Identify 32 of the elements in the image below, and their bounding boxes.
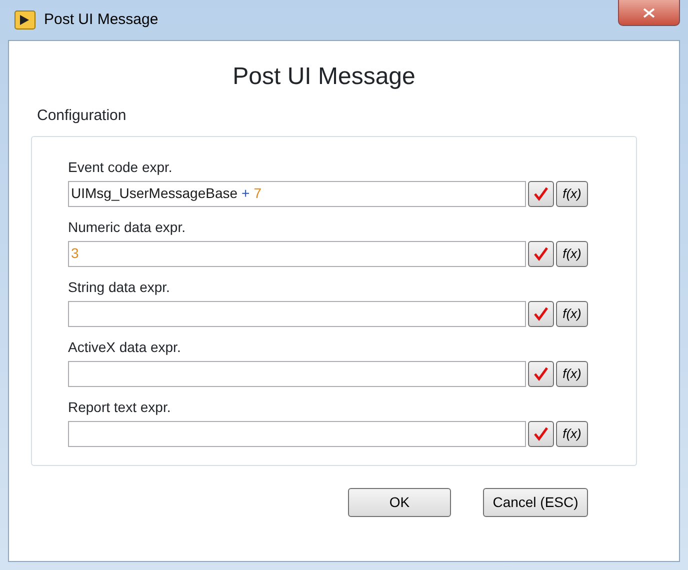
dialog-heading: Post UI Message (232, 62, 416, 92)
checkmark-icon (533, 426, 549, 442)
close-icon (643, 8, 655, 18)
field-label: ActiveX data expr. (68, 338, 182, 357)
checkmark-icon (533, 246, 549, 262)
checkmark-icon (533, 186, 549, 202)
expression-field[interactable] (68, 420, 526, 446)
check-button[interactable] (528, 420, 554, 446)
app-icon (14, 10, 36, 30)
function-button[interactable]: f(x) (556, 180, 588, 206)
check-button[interactable] (528, 180, 554, 206)
checkmark-icon (533, 306, 549, 322)
checkmark-icon (533, 366, 549, 382)
function-button[interactable]: f(x) (556, 420, 588, 446)
expression-field[interactable]: UIMsg_UserMessageBase + 7 (68, 180, 526, 206)
function-button[interactable]: f(x) (556, 360, 588, 386)
check-button[interactable] (528, 300, 554, 326)
check-button[interactable] (528, 360, 554, 386)
function-button[interactable]: f(x) (556, 240, 588, 266)
group-title: Configuration (37, 106, 128, 126)
field-label: Event code expr. (68, 158, 174, 177)
close-button[interactable] (618, 0, 680, 26)
field-label: Report text expr. (68, 398, 172, 417)
field-label: Numeric data expr. (68, 218, 186, 237)
check-button[interactable] (528, 240, 554, 266)
expression-field[interactable] (68, 360, 526, 386)
window-title: Post UI Message (44, 10, 158, 30)
ok-button[interactable]: OK (348, 488, 451, 516)
field-label: String data expr. (68, 278, 171, 297)
cancel-button[interactable]: Cancel (ESC) (483, 488, 588, 516)
expression-field[interactable] (68, 300, 526, 326)
function-button[interactable]: f(x) (556, 300, 588, 326)
